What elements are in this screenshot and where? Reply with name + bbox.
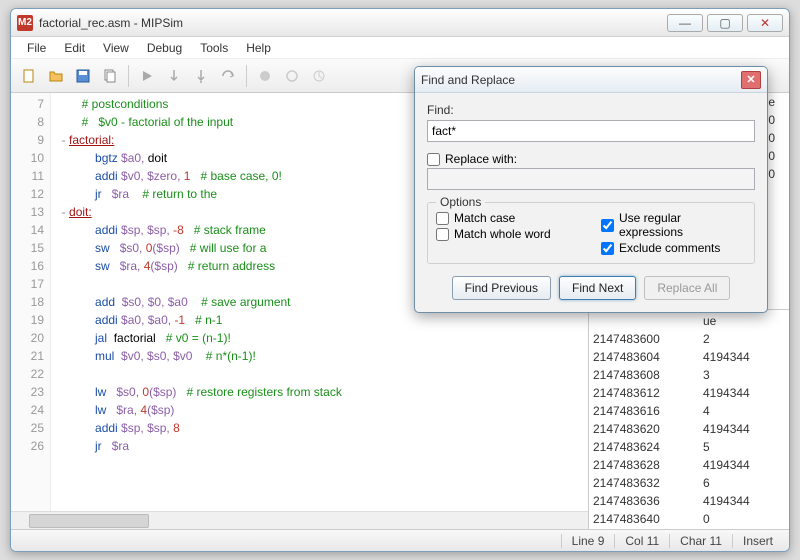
memory-row[interactable]: 21474836245	[593, 438, 785, 456]
stop-icon[interactable]	[253, 64, 277, 88]
run-icon[interactable]	[135, 64, 159, 88]
exclude-comments-checkbox[interactable]	[601, 242, 614, 255]
find-label: Find:	[427, 103, 755, 117]
memory-row[interactable]: 21474836326	[593, 474, 785, 492]
memory-row[interactable]: 21474836204194344	[593, 420, 785, 438]
find-next-button[interactable]: Find Next	[559, 276, 636, 300]
toolbar-sep	[246, 65, 247, 87]
memory-row[interactable]: 21474836284194344	[593, 456, 785, 474]
memory-row[interactable]: 21474836364194344	[593, 492, 785, 510]
app-icon: M2	[17, 15, 33, 31]
scrollbar-thumb[interactable]	[29, 514, 149, 528]
match-case-label: Match case	[454, 211, 515, 225]
menu-edit[interactable]: Edit	[56, 39, 93, 57]
memory-panel: ue21474836002214748360441943442147483608…	[589, 310, 789, 530]
statusbar: Line 9 Col 11 Char 11 Insert	[11, 529, 789, 551]
menubar: FileEditViewDebugToolsHelp	[11, 37, 789, 59]
regex-label: Use regular expressions	[619, 211, 746, 239]
options-group: Options Match case Match whole word Use …	[427, 202, 755, 264]
memory-row[interactable]: 21474836083	[593, 366, 785, 384]
step-out-icon[interactable]	[216, 64, 240, 88]
match-word-checkbox[interactable]	[436, 228, 449, 241]
horizontal-scrollbar[interactable]	[11, 511, 588, 529]
status-mode: Insert	[732, 534, 783, 548]
replace-input[interactable]	[427, 168, 755, 190]
menu-help[interactable]: Help	[238, 39, 279, 57]
titlebar: M2 factorial_rec.asm - MIPSim — ▢ ✕	[11, 9, 789, 37]
memory-row[interactable]: 21474836400	[593, 510, 785, 528]
match-case-checkbox[interactable]	[436, 212, 449, 225]
memory-row[interactable]: 21474836124194344	[593, 384, 785, 402]
options-legend: Options	[436, 195, 485, 209]
step-into-icon[interactable]	[189, 64, 213, 88]
regex-checkbox[interactable]	[601, 219, 614, 232]
dialog-body: Find: Replace with: Options Match case M…	[415, 93, 767, 312]
status-line: Line 9	[561, 534, 615, 548]
new-file-icon[interactable]	[17, 64, 41, 88]
line-gutter: 7891011121314151617181920212223242526	[11, 93, 51, 511]
close-button[interactable]: ✕	[747, 14, 783, 32]
breakpoint-icon[interactable]	[280, 64, 304, 88]
toolbar-sep	[128, 65, 129, 87]
replace-label: Replace with:	[445, 152, 517, 166]
memory-row[interactable]: 21474836002	[593, 330, 785, 348]
step-over-icon[interactable]	[162, 64, 186, 88]
maximize-button[interactable]: ▢	[707, 14, 743, 32]
copy-icon[interactable]	[98, 64, 122, 88]
status-col: Col 11	[614, 534, 669, 548]
dialog-title: Find and Replace	[421, 73, 741, 87]
menu-file[interactable]: File	[19, 39, 54, 57]
find-input[interactable]	[427, 120, 755, 142]
reset-icon[interactable]	[307, 64, 331, 88]
replace-all-button[interactable]: Replace All	[644, 276, 730, 300]
minimize-button[interactable]: —	[667, 14, 703, 32]
menu-tools[interactable]: Tools	[192, 39, 236, 57]
exclude-comments-label: Exclude comments	[619, 241, 720, 255]
window-title: factorial_rec.asm - MIPSim	[39, 16, 663, 30]
replace-toggle-checkbox[interactable]	[427, 153, 440, 166]
memory-row[interactable]: 21474836044194344	[593, 348, 785, 366]
find-previous-button[interactable]: Find Previous	[452, 276, 551, 300]
memory-row[interactable]: 21474836164	[593, 402, 785, 420]
save-icon[interactable]	[71, 64, 95, 88]
find-replace-dialog: Find and Replace ✕ Find: Replace with: O…	[414, 66, 768, 313]
menu-view[interactable]: View	[95, 39, 137, 57]
status-char: Char 11	[669, 534, 732, 548]
open-file-icon[interactable]	[44, 64, 68, 88]
dialog-close-icon[interactable]: ✕	[741, 71, 761, 89]
dialog-titlebar[interactable]: Find and Replace ✕	[415, 67, 767, 93]
menu-debug[interactable]: Debug	[139, 39, 190, 57]
match-word-label: Match whole word	[454, 227, 551, 241]
